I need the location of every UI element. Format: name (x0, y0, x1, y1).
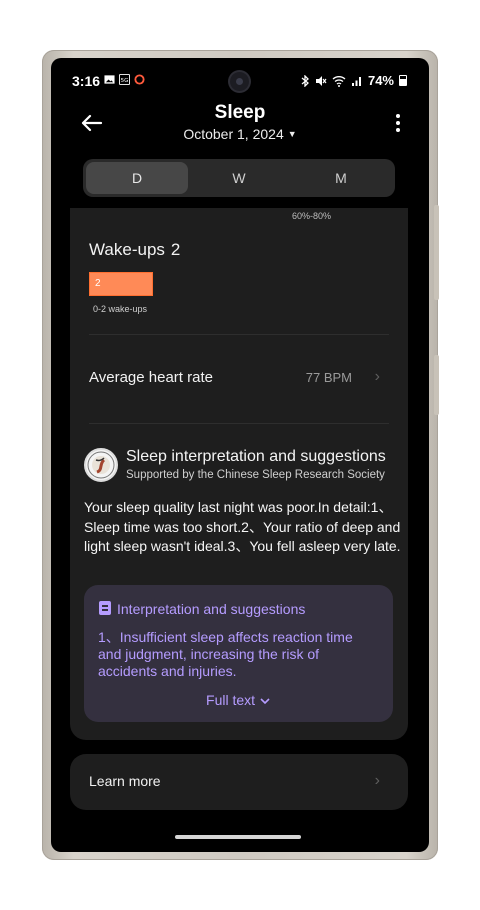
status-icons-left: 5G (104, 74, 145, 85)
data-icon: 5G (119, 74, 130, 85)
heart-rate-label: Average heart rate (89, 369, 213, 386)
status-icons-right: 74% (301, 73, 407, 88)
full-text-label: Full text (206, 692, 256, 708)
wakeups-bar: 2 (89, 272, 153, 296)
status-time: 3:16 (72, 73, 101, 89)
page-title: Sleep (214, 102, 266, 123)
sleep-summary: Your sleep quality last night was poor.I… (84, 499, 401, 554)
home-indicator[interactable] (175, 835, 301, 839)
period-tabs: D W M (83, 159, 395, 197)
suggestions-title: Interpretation and suggestions (117, 601, 306, 617)
wakeups-bar-value: 2 (95, 278, 101, 289)
circle-icon (134, 74, 145, 85)
volume-button (434, 205, 439, 300)
date-label: October 1, 2024 (183, 126, 284, 142)
tab-month[interactable]: M (290, 162, 392, 194)
learn-more-label: Learn more (89, 773, 161, 789)
interpretation-title: Sleep interpretation and suggestions (126, 448, 386, 465)
chevron-right-icon: › (374, 772, 380, 789)
wakeups-value: 2 (170, 240, 181, 259)
suggestion-text: 1、Insufficient sleep affects reaction ti… (98, 629, 353, 679)
front-camera (230, 72, 249, 91)
suggestions-box: Interpretation and suggestions 1、Insuffi… (84, 585, 393, 722)
tab-week[interactable]: W (188, 162, 290, 194)
interpretation-subtitle: Supported by the Chinese Sleep Research … (126, 469, 385, 481)
status-bar: 3:16 5G 74% (51, 58, 429, 104)
chevron-right-icon: › (374, 368, 380, 385)
learn-more-row[interactable]: Learn more › (70, 754, 408, 810)
power-button (434, 355, 439, 415)
range-label: 60%-80% (292, 211, 332, 221)
wakeups-heading: Wake-ups 2 (89, 240, 180, 260)
phone-screen: 3:16 5G 74% Sleep October 1, 2024 ▼ D W M… (51, 58, 429, 852)
bluetooth-icon (301, 74, 309, 87)
gallery-icon (104, 75, 115, 84)
mute-icon (315, 75, 327, 86)
full-text-button[interactable]: Full text (84, 692, 393, 708)
svg-text:5G: 5G (121, 78, 129, 84)
header: Sleep October 1, 2024 ▼ (51, 102, 429, 158)
document-icon (99, 601, 111, 615)
divider (89, 423, 389, 424)
signal-icon (351, 76, 361, 86)
dropdown-caret-icon: ▼ (287, 129, 297, 139)
society-logo (84, 448, 118, 482)
heart-rate-row[interactable]: Average heart rate 77 BPM › (70, 348, 408, 412)
chevron-down-icon (260, 698, 270, 705)
divider (89, 334, 389, 335)
wakeups-label: Wake-ups (89, 240, 165, 259)
heart-rate-value: 77 BPM (305, 370, 352, 385)
sleep-details-card: 60%-80% Wake-ups 2 2 0-2 wake-ups Average… (70, 208, 408, 740)
more-options-icon[interactable] (391, 111, 405, 135)
battery-icon (399, 75, 407, 86)
tab-day[interactable]: D (86, 162, 188, 194)
wakeups-range: 0-2 wake-ups (93, 304, 148, 314)
battery-percent: 74% (367, 73, 394, 88)
wifi-icon (332, 75, 346, 87)
date-selector[interactable]: October 1, 2024 ▼ (51, 126, 429, 142)
